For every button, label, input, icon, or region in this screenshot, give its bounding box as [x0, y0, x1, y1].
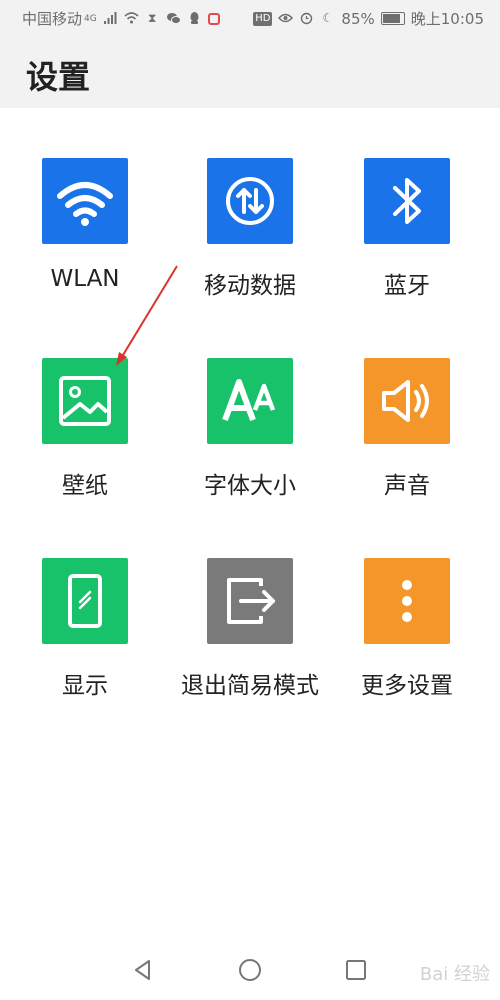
carrier-label: 中国移动	[22, 10, 83, 28]
font-size-icon-box	[207, 358, 293, 444]
font-size-icon	[222, 379, 276, 422]
network-type-label: 4G	[84, 13, 97, 24]
signal-icon	[103, 11, 118, 26]
tile-label-font-size: 字体大小	[204, 473, 296, 499]
more-icon	[402, 580, 412, 622]
wlan-icon-box	[42, 158, 128, 244]
battery-level-fill	[382, 14, 400, 23]
status-right: HD ☾ 85% 晚上10:05	[253, 8, 484, 29]
hd-badge: HD	[253, 11, 273, 26]
tile-sound[interactable]: 声音	[322, 308, 492, 499]
sound-icon	[382, 380, 429, 422]
wifi-status-icon	[124, 11, 139, 26]
mobile-data-icon	[226, 177, 274, 225]
status-left: 中国移动 4G ⧗	[22, 8, 220, 29]
tile-label-display: 显示	[62, 673, 108, 699]
tile-label-wallpaper: 壁纸	[62, 473, 108, 499]
bluetooth-icon-box	[364, 158, 450, 244]
page-title: 设置	[26, 58, 91, 96]
status-bar: 中国移动 4G ⧗ HD ☾ 85% 晚上10:05	[0, 0, 500, 36]
more-icon-box	[364, 558, 450, 644]
sound-icon-box	[364, 358, 450, 444]
tile-mobile-data[interactable]: 移动数据	[165, 108, 335, 299]
back-triangle-icon	[135, 960, 150, 980]
tile-label-exit-simple-mode: 退出简易模式	[181, 673, 319, 699]
notification-app-icon	[207, 12, 220, 25]
tile-display[interactable]: 显示	[0, 508, 170, 699]
wallpaper-icon	[59, 376, 111, 426]
exit-icon	[227, 578, 275, 624]
wechat-icon	[166, 11, 181, 26]
wallpaper-icon-box	[42, 358, 128, 444]
recents-square-icon	[346, 960, 366, 980]
home-button[interactable]	[238, 958, 262, 982]
home-circle-icon	[239, 959, 261, 981]
display-icon-box	[42, 558, 128, 644]
header: 设置	[0, 36, 500, 108]
do-not-disturb-icon: ☾	[322, 11, 334, 25]
navigation-bar: Bai 经验	[0, 940, 500, 1000]
bluetooth-icon	[393, 178, 421, 224]
tile-label-bluetooth: 蓝牙	[384, 273, 430, 299]
battery-percent: 85%	[341, 9, 375, 28]
tile-label-more-settings: 更多设置	[361, 673, 453, 699]
tile-label-wlan: WLAN	[50, 266, 120, 292]
wifi-icon	[57, 182, 113, 226]
hourglass-icon: ⧗	[148, 11, 157, 25]
battery-icon	[380, 12, 405, 25]
mobile-data-icon-box	[207, 158, 293, 244]
tile-wallpaper[interactable]: 壁纸	[0, 308, 170, 499]
eye-comfort-icon	[278, 11, 294, 26]
tile-label-mobile-data: 移动数据	[204, 273, 296, 299]
tile-exit-simple-mode[interactable]: 退出简易模式	[165, 508, 335, 699]
recents-button[interactable]	[344, 958, 368, 982]
tile-more-settings[interactable]: 更多设置	[322, 508, 492, 699]
alarm-icon	[299, 11, 314, 26]
display-icon	[68, 574, 102, 628]
clock: 晚上10:05	[410, 10, 484, 28]
tile-wlan[interactable]: WLAN	[0, 108, 170, 298]
tile-font-size[interactable]: 字体大小	[165, 308, 335, 499]
tile-label-sound: 声音	[384, 473, 430, 499]
qq-icon	[187, 11, 202, 26]
watermark: Bai 经验	[419, 964, 490, 985]
tile-bluetooth[interactable]: 蓝牙	[322, 108, 492, 299]
back-button[interactable]	[131, 958, 155, 982]
exit-icon-box	[207, 558, 293, 644]
